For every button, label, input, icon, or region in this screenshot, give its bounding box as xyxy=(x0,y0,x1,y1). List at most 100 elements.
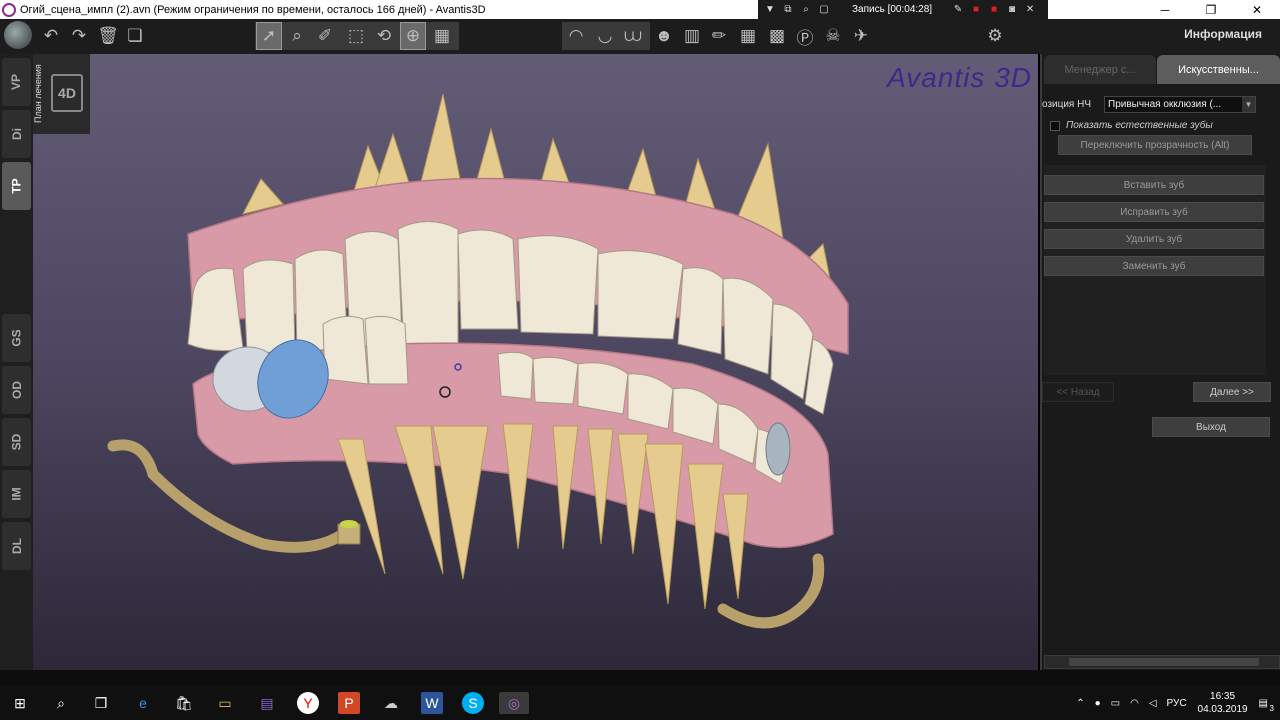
tab-tp[interactable]: TP xyxy=(2,162,31,210)
airplane-icon[interactable]: ✈ xyxy=(848,22,874,50)
tray-app-icon[interactable]: ● xyxy=(1095,698,1101,709)
window-controls: ─ ❐ ✕ xyxy=(1142,0,1280,19)
close-button[interactable]: ✕ xyxy=(1234,0,1280,19)
tab-dl[interactable]: DL xyxy=(2,522,31,570)
edge-icon[interactable]: e xyxy=(132,692,154,714)
exit-button[interactable]: Выход xyxy=(1152,417,1270,437)
dental-model-render[interactable] xyxy=(33,54,1038,670)
tab-artificial[interactable]: Искусственны... xyxy=(1157,55,1280,84)
tab-im[interactable]: IM xyxy=(2,470,31,518)
lower-jaw-icon[interactable]: ◡ xyxy=(592,22,618,50)
pen-icon[interactable]: ✎ xyxy=(952,4,964,15)
p-mode-icon[interactable]: Ⓟ xyxy=(792,22,818,50)
info-label[interactable]: Информация xyxy=(1184,27,1262,41)
mesh-icon[interactable]: ▩ xyxy=(764,22,790,50)
minimize-button[interactable]: ─ xyxy=(1142,0,1188,19)
panoramic-icon[interactable]: ▥ xyxy=(679,22,705,50)
tray-expand-icon[interactable]: ⌃ xyxy=(1076,698,1084,709)
main-toolbar: ↶ ↷ 🗑 ❏ ➚ ⌕ ✐ ⬚ ⟲ ⊕ ▦ ◠ ◡ ⩊ ☻ ▥ ✏ ▦ ▩ Ⓟ … xyxy=(0,19,1280,54)
show-natural-checkbox[interactable] xyxy=(1050,120,1060,131)
tab-manager[interactable]: Менеджер с... xyxy=(1044,55,1156,84)
4d-icon[interactable]: 4D xyxy=(51,74,83,112)
app-menu-logo[interactable] xyxy=(4,21,32,49)
scrollbar-thumb[interactable] xyxy=(1069,658,1259,666)
dental-app-icon[interactable]: ☁ xyxy=(380,692,402,714)
zoom-tool-icon[interactable]: ⌕ xyxy=(284,22,310,50)
title-bar: Огий_сцена_импл (2).avn (Режим ограничен… xyxy=(0,0,1280,19)
fix-tooth-button[interactable]: Исправить зуб xyxy=(1044,202,1264,222)
teeth-row-icon[interactable]: ⩊ xyxy=(620,22,646,50)
store-icon[interactable]: 🛍 xyxy=(173,692,195,714)
treatment-plan-panel[interactable]: План лечения 4D xyxy=(33,54,90,134)
head-view-icon[interactable]: ☻ xyxy=(651,22,677,50)
battery-icon[interactable]: ▭ xyxy=(1111,698,1120,709)
clock-time: 16:35 xyxy=(1210,691,1236,702)
maximize-button[interactable]: ❐ xyxy=(1188,0,1234,19)
tooth-actions-panel: Вставить зуб Исправить зуб Удалить зуб З… xyxy=(1044,165,1266,375)
recorder-close-icon[interactable]: ✕ xyxy=(1024,4,1036,15)
recorder-region-icon[interactable]: ▢ xyxy=(818,4,830,15)
delete-tooth-button[interactable]: Удалить зуб xyxy=(1044,229,1264,249)
clock[interactable]: 16:35 04.03.2019 xyxy=(1193,690,1253,716)
windows-taskbar: ⊞ ⌕ ❐ e 🛍 ▭ ▤ Y P ☁ W S ◎ ⌃ ● ▭ ◠ ◁ РУС … xyxy=(0,686,1280,720)
clock-date: 04.03.2019 xyxy=(1197,704,1248,715)
word-icon[interactable]: W xyxy=(421,692,443,714)
ruler-icon[interactable]: ✏ xyxy=(706,22,732,50)
stop-icon[interactable]: ■ xyxy=(970,4,982,15)
copy-icon[interactable]: ❏ xyxy=(122,22,148,50)
notifications-icon[interactable]: ▤ 3 xyxy=(1259,698,1274,713)
recorder-zoom-icon[interactable]: ⌕ xyxy=(800,4,812,15)
right-panel-tabs: Менеджер с... Искусственны... xyxy=(1042,54,1280,84)
show-natural-teeth[interactable]: Показать естественные зубы xyxy=(1050,120,1213,131)
3d-viewport[interactable]: План лечения 4D Avantis 3D xyxy=(33,54,1038,670)
record-icon[interactable]: ■ xyxy=(988,4,1000,15)
tab-vp[interactable]: VP xyxy=(2,58,31,106)
undo-icon[interactable]: ↶ xyxy=(38,22,64,50)
tab-sd[interactable]: SD xyxy=(2,418,31,466)
grid-select-icon[interactable]: ▦ xyxy=(429,22,455,50)
toggle-transparency-button[interactable]: Переключить прозрачность (Alt) xyxy=(1058,135,1252,155)
task-view-icon[interactable]: ❐ xyxy=(90,692,112,714)
jaw-position-row: озиция НЧ Привычная окклюзия (... ▼ xyxy=(1042,94,1280,114)
tab-di[interactable]: Di xyxy=(2,110,31,158)
camera-icon[interactable]: ◙ xyxy=(1006,4,1018,15)
box-select-icon[interactable]: ⬚ xyxy=(343,22,369,50)
brand-logo: Avantis 3D xyxy=(887,62,1032,93)
status-strip xyxy=(0,670,1280,686)
volume-icon[interactable]: ◁ xyxy=(1149,698,1157,709)
yandex-icon[interactable]: Y xyxy=(297,692,319,714)
powerpoint-icon[interactable]: P xyxy=(338,692,360,714)
replace-tooth-button[interactable]: Заменить зуб xyxy=(1044,256,1264,276)
recorder-restore-icon[interactable]: ⧉ xyxy=(782,4,794,15)
rotate-tool-icon[interactable]: ⟲ xyxy=(371,22,397,50)
skype-icon[interactable]: S xyxy=(462,692,484,714)
recorder-menu-icon[interactable]: ▼ xyxy=(764,4,776,15)
search-icon[interactable]: ⌕ xyxy=(50,692,72,714)
redo-icon[interactable]: ↷ xyxy=(66,22,92,50)
insert-tooth-button[interactable]: Вставить зуб xyxy=(1044,175,1264,195)
jaw-position-select[interactable]: Привычная окклюзия (... ▼ xyxy=(1104,95,1256,113)
settings-gear-icon[interactable]: ⚙ xyxy=(982,22,1008,50)
avantis-taskbar-icon[interactable]: ◎ xyxy=(499,692,529,714)
chevron-down-icon[interactable]: ▼ xyxy=(1242,96,1255,112)
language-indicator[interactable]: РУС xyxy=(1167,698,1187,709)
upper-jaw-icon[interactable]: ◠ xyxy=(563,22,589,50)
window-title: Огий_сцена_импл (2).avn (Режим ограничен… xyxy=(20,3,486,16)
move-select-icon[interactable]: ⊕ xyxy=(400,22,426,50)
tab-od[interactable]: OD xyxy=(2,366,31,414)
windows-start-icon[interactable]: ⊞ xyxy=(9,692,31,714)
horizontal-scrollbar[interactable] xyxy=(1044,655,1280,669)
next-button[interactable]: Далее >> xyxy=(1193,382,1271,402)
recording-status: Запись [00:04:28] xyxy=(852,4,933,15)
right-panel: Менеджер с... Искусственны... озиция НЧ … xyxy=(1040,54,1280,670)
lasso-tool-icon[interactable]: ✐ xyxy=(312,22,338,50)
delete-icon[interactable]: 🗑 xyxy=(95,22,121,50)
winrar-icon[interactable]: ▤ xyxy=(256,692,278,714)
tab-gs[interactable]: GS xyxy=(2,314,31,362)
back-button[interactable]: << Назад xyxy=(1042,382,1114,402)
skull-icon[interactable]: ☠ xyxy=(820,22,846,50)
wifi-icon[interactable]: ◠ xyxy=(1130,698,1139,709)
select-pointer-icon[interactable]: ➚ xyxy=(256,22,282,50)
grid-icon[interactable]: ▦ xyxy=(735,22,761,50)
file-explorer-icon[interactable]: ▭ xyxy=(214,692,236,714)
